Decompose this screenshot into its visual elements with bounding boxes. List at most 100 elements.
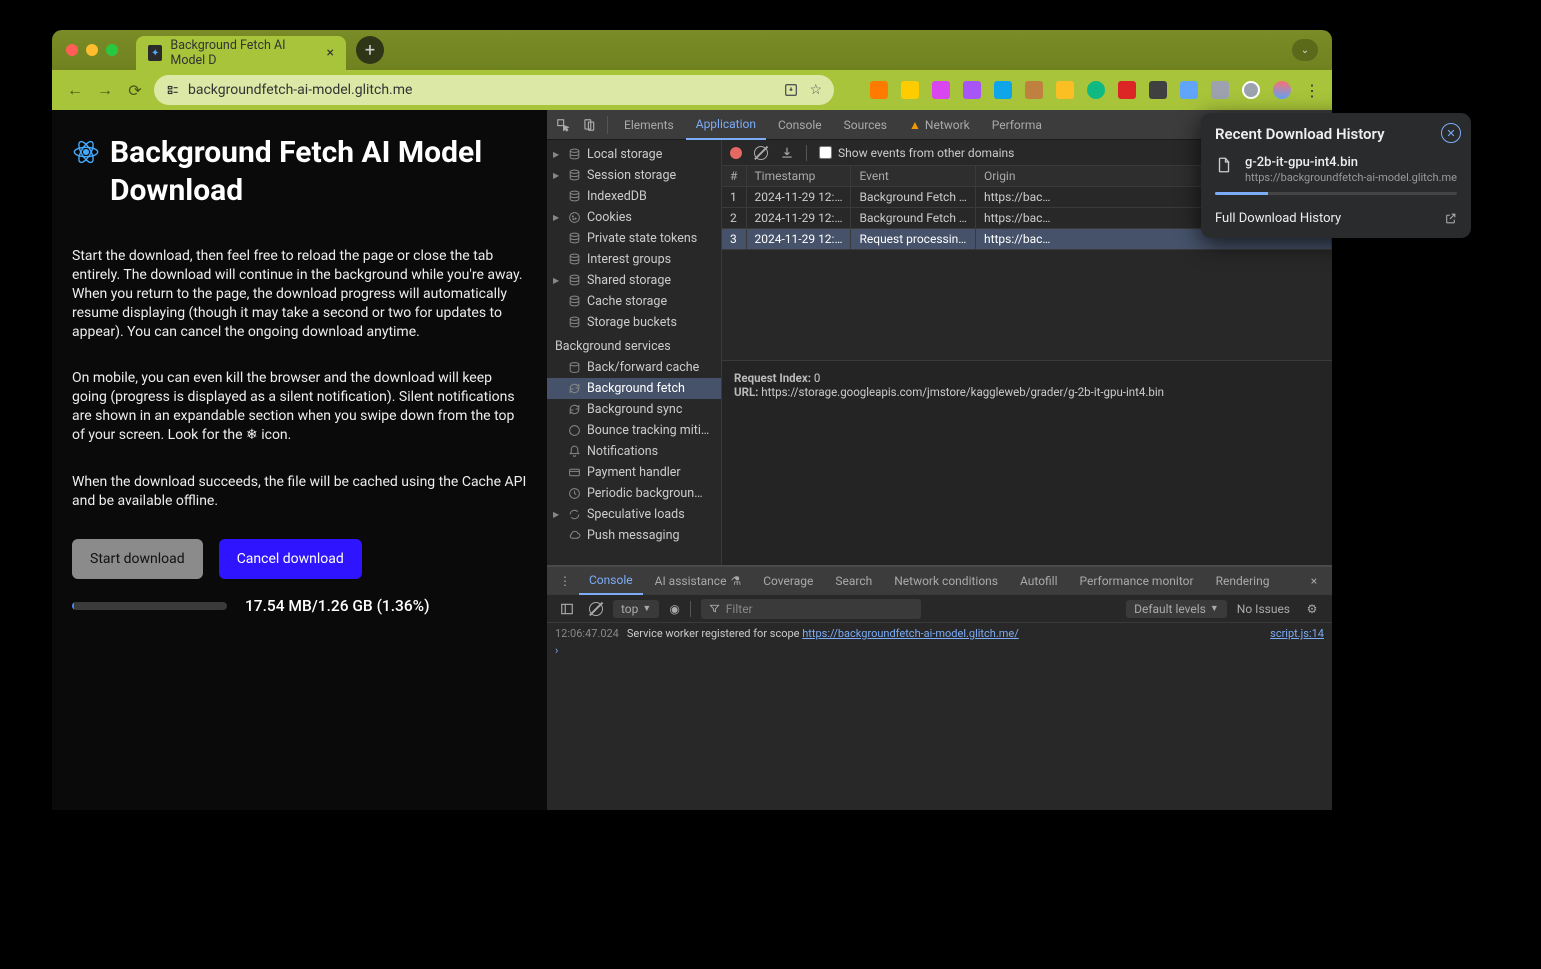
log-line: script.js:14 12:06:47.024Service worker … <box>555 627 1324 640</box>
sidebar-item[interactable]: Background sync <box>547 399 721 420</box>
download-filename: g-2b-it-gpu-int4.bin <box>1245 155 1457 170</box>
atom-icon <box>72 138 100 166</box>
sidebar-item[interactable]: ▶Cookies <box>547 207 721 228</box>
issues-button[interactable]: No Issues <box>1237 602 1290 616</box>
col-timestamp[interactable]: Timestamp <box>746 166 851 187</box>
drawer-tab-perfmon[interactable]: Performance monitor <box>1070 567 1204 595</box>
drawer-tab-search[interactable]: Search <box>825 567 882 595</box>
extension-icon[interactable] <box>901 81 919 99</box>
sidebar-item[interactable]: Back/forward cache <box>547 357 721 378</box>
extension-icon[interactable] <box>1180 81 1198 99</box>
sidebar-toggle-icon[interactable] <box>559 601 575 617</box>
extension-icon[interactable] <box>1118 81 1136 99</box>
clear-console-button[interactable] <box>589 602 603 616</box>
tab-elements[interactable]: Elements <box>614 110 684 140</box>
window-controls <box>66 44 118 56</box>
sidebar-item[interactable]: Cache storage <box>547 291 721 312</box>
extension-icon[interactable] <box>932 81 950 99</box>
paragraph: When the download succeeds, the file wil… <box>72 473 527 511</box>
tab-network[interactable]: ▲Network <box>899 110 980 140</box>
filter-input[interactable]: Filter <box>701 599 921 619</box>
sidebar-item[interactable]: Payment handler <box>547 462 721 483</box>
site-settings-icon[interactable] <box>166 83 180 97</box>
inspect-icon[interactable] <box>555 117 571 133</box>
profile-avatar[interactable] <box>1273 81 1291 99</box>
sidebar-item[interactable]: Periodic backgroun… <box>547 483 721 504</box>
col-event[interactable]: Event <box>851 166 975 187</box>
scope-link[interactable]: https://backgroundfetch-ai-model.glitch.… <box>802 627 1019 640</box>
progress-bar <box>72 602 227 610</box>
tab-performance[interactable]: Performa <box>982 110 1052 140</box>
downloads-icon[interactable] <box>1242 81 1260 99</box>
close-drawer-icon[interactable]: × <box>1306 573 1322 589</box>
extension-icon[interactable] <box>1025 81 1043 99</box>
browser-tab[interactable]: ✦ Background Fetch AI Model D × <box>136 36 346 70</box>
show-other-domains-checkbox[interactable]: Show events from other domains <box>819 146 1014 160</box>
drawer-tab-coverage[interactable]: Coverage <box>753 567 823 595</box>
reload-button[interactable]: ⟳ <box>124 79 146 101</box>
sidebar-item[interactable]: Storage buckets <box>547 312 721 333</box>
tab-title: Background Fetch AI Model D <box>170 38 318 68</box>
cancel-download-button[interactable]: Cancel download <box>219 539 362 579</box>
sidebar-item[interactable]: Background fetch <box>547 378 721 399</box>
minimize-window-button[interactable] <box>86 44 98 56</box>
new-tab-button[interactable]: + <box>356 36 384 64</box>
sidebar-item[interactable]: ▶Session storage <box>547 165 721 186</box>
extension-icon[interactable] <box>1211 81 1229 99</box>
url-text: backgroundfetch-ai-model.glitch.me <box>188 82 412 98</box>
drawer-tab-ai[interactable]: AI assistance ⚗ <box>645 567 752 595</box>
file-icon <box>1215 156 1235 176</box>
download-item[interactable]: g-2b-it-gpu-int4.bin https://backgroundf… <box>1215 155 1457 184</box>
console-settings-icon[interactable]: ⚙ <box>1304 601 1320 617</box>
sidebar-item[interactable]: Push messaging <box>547 525 721 546</box>
sidebar-item[interactable]: ▶Local storage <box>547 144 721 165</box>
device-icon[interactable] <box>581 117 597 133</box>
close-window-button[interactable] <box>66 44 78 56</box>
extension-icon[interactable] <box>1149 81 1167 99</box>
filter-icon <box>709 603 720 614</box>
start-download-button[interactable]: Start download <box>72 539 203 579</box>
sidebar-item[interactable]: Private state tokens <box>547 228 721 249</box>
drawer-tab-autofill[interactable]: Autofill <box>1010 567 1068 595</box>
sidebar-item[interactable]: IndexedDB <box>547 186 721 207</box>
back-button[interactable]: ← <box>64 79 86 101</box>
sidebar-item[interactable]: Notifications <box>547 441 721 462</box>
favicon-icon: ✦ <box>148 45 162 61</box>
tabs-dropdown-icon[interactable]: ⌄ <box>1292 39 1318 61</box>
clear-button[interactable] <box>754 146 768 160</box>
bookmark-icon[interactable]: ☆ <box>809 82 822 98</box>
context-selector[interactable]: top ▼ <box>613 600 659 618</box>
col-index[interactable]: # <box>722 166 746 187</box>
sidebar-item[interactable]: ▶Speculative loads <box>547 504 721 525</box>
close-tab-icon[interactable]: × <box>327 45 334 61</box>
install-app-icon[interactable] <box>783 82 799 98</box>
nav-toolbar: ← → ⟳ backgroundfetch-ai-model.glitch.me… <box>52 70 1332 110</box>
sidebar-item[interactable]: Bounce tracking miti… <box>547 420 721 441</box>
drawer-more-icon[interactable]: ⋮ <box>557 573 573 589</box>
tab-sources[interactable]: Sources <box>834 110 897 140</box>
console-prompt[interactable]: › <box>555 644 1324 657</box>
drawer-tab-console[interactable]: Console <box>579 567 643 595</box>
maximize-window-button[interactable] <box>106 44 118 56</box>
levels-selector[interactable]: Default levels ▼ <box>1126 600 1227 618</box>
source-link[interactable]: script.js:14 <box>1270 627 1324 640</box>
sidebar-item[interactable]: ▶Shared storage <box>547 270 721 291</box>
extension-icon[interactable] <box>1056 81 1074 99</box>
save-icon[interactable] <box>780 146 794 160</box>
extension-icon[interactable] <box>1087 81 1105 99</box>
sidebar-item[interactable]: Interest groups <box>547 249 721 270</box>
address-bar[interactable]: backgroundfetch-ai-model.glitch.me ☆ <box>154 75 834 105</box>
tab-console[interactable]: Console <box>768 110 832 140</box>
menu-icon[interactable]: ⋮ <box>1304 81 1320 100</box>
live-expression-icon[interactable]: ◉ <box>669 602 679 616</box>
extension-icon[interactable] <box>963 81 981 99</box>
extension-icon[interactable] <box>870 81 888 99</box>
drawer-tab-netcond[interactable]: Network conditions <box>884 567 1008 595</box>
full-history-link[interactable]: Full Download History <box>1215 207 1457 226</box>
close-popup-button[interactable]: ✕ <box>1441 123 1461 143</box>
forward-button[interactable]: → <box>94 79 116 101</box>
tab-application[interactable]: Application <box>686 110 766 140</box>
record-button[interactable] <box>730 147 742 159</box>
extension-icon[interactable] <box>994 81 1012 99</box>
drawer-tab-rendering[interactable]: Rendering <box>1206 567 1280 595</box>
